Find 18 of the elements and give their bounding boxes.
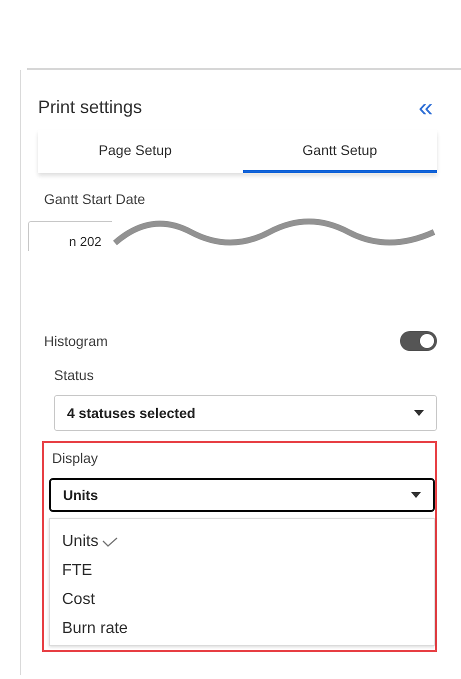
dropdown-option[interactable]: FTE (50, 556, 434, 585)
field-label: Gantt Start Date (44, 191, 146, 207)
dropdown-option[interactable]: Burn rate (50, 614, 434, 643)
date-field[interactable]: n 202 (28, 221, 112, 251)
collapse-button[interactable]: « (416, 94, 435, 120)
display-dropdown[interactable]: Units (49, 478, 435, 512)
histogram-toggle[interactable] (400, 331, 437, 351)
status-dropdown[interactable]: 4 statuses selected (54, 395, 437, 431)
tab[interactable]: Page Setup (38, 130, 232, 173)
caret-icon (414, 410, 424, 416)
dropdown-option[interactable]: Cost (50, 585, 434, 614)
tab[interactable]: Gantt Setup (242, 130, 437, 173)
field-label: Status (54, 367, 94, 383)
field-label: Display (52, 450, 98, 466)
histogram-label: Histogram (44, 333, 108, 349)
caret-icon (411, 492, 421, 498)
dropdown-option[interactable]: Units (50, 527, 434, 556)
panel-title: Print settings (38, 96, 142, 118)
